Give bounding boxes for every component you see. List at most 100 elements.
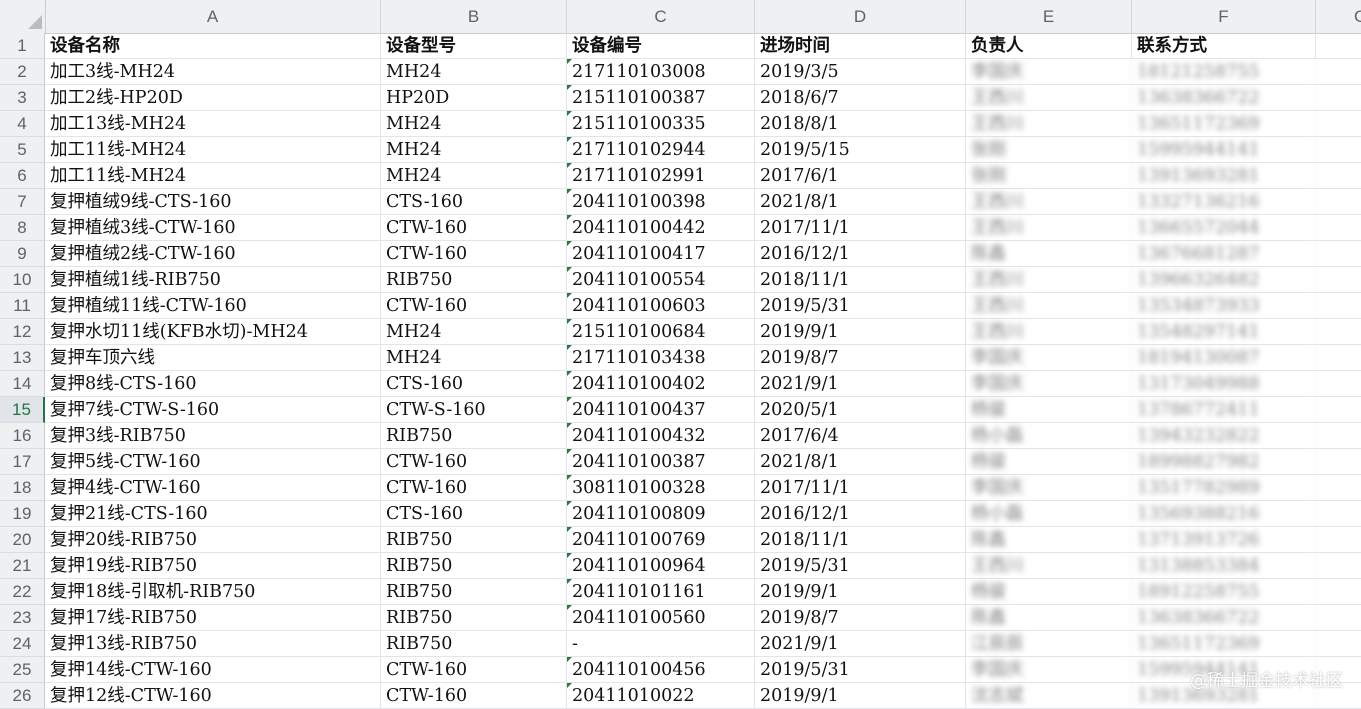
cell-owner[interactable]: 杨小磊 [966,423,1132,448]
cell-name[interactable]: 复押5线-CTW-160 [45,449,381,474]
row-header[interactable]: 21 [0,553,45,579]
cell-serial[interactable]: 308110100328 [567,475,755,500]
cell-owner[interactable]: 王西川 [966,215,1132,240]
cell-serial[interactable]: 204110100432 [567,423,755,448]
cell-serial[interactable]: 204110100437 [567,397,755,422]
cell-serial[interactable]: 204110100554 [567,267,755,292]
cell-serial[interactable]: - [567,631,755,656]
cell-model[interactable]: CTW-160 [381,475,567,500]
cell-name[interactable]: 复押3线-RIB750 [45,423,381,448]
row-header[interactable]: 16 [0,423,45,449]
cell-name[interactable]: 加工11线-MH24 [45,137,381,162]
cell-serial[interactable]: 20411010022 [567,683,755,708]
cell-owner[interactable]: 张刚 [966,137,1132,162]
row-header[interactable]: 1 [0,33,45,59]
cell-model[interactable]: RIB750 [381,267,567,292]
cell-serial[interactable]: 217110103438 [567,345,755,370]
cell-name[interactable]: 复押14线-CTW-160 [45,657,381,682]
row-header[interactable]: 24 [0,631,45,657]
cell-contact[interactable]: 13966326482 [1132,267,1316,292]
cell-model[interactable]: CTW-160 [381,241,567,266]
cell-model[interactable]: RIB750 [381,579,567,604]
cell-name[interactable]: 复押植绒2线-CTW-160 [45,241,381,266]
row-header[interactable]: 5 [0,137,45,163]
cell-owner[interactable]: 王西川 [966,111,1132,136]
cell-name[interactable]: 复押19线-RIB750 [45,553,381,578]
cell-contact[interactable]: 18121258755 [1132,59,1316,84]
cell-date[interactable]: 2017/6/4 [755,423,966,448]
row-header[interactable]: 4 [0,111,45,137]
cell-date[interactable]: 2019/5/31 [755,657,966,682]
cell-model[interactable]: MH24 [381,345,567,370]
cell-owner[interactable]: 李国庆 [966,59,1132,84]
row-header[interactable]: 15 [0,397,45,423]
select-all-corner[interactable] [0,0,46,33]
row-header[interactable]: 26 [0,683,45,709]
cell-model[interactable]: RIB750 [381,423,567,448]
cell-serial[interactable]: 204110101161 [567,579,755,604]
cell-date[interactable]: 2019/5/15 [755,137,966,162]
cell-contact[interactable]: 13173049988 [1132,371,1316,396]
cell-name[interactable]: 加工2线-HP20D [45,85,381,110]
cell-date[interactable]: 2019/8/7 [755,605,966,630]
cell-name[interactable]: 复押植绒9线-CTS-160 [45,189,381,214]
cell-date[interactable]: 2017/11/1 [755,475,966,500]
cell-date[interactable]: 2016/12/1 [755,501,966,526]
cell-contact[interactable]: 13713913726 [1132,527,1316,552]
cell-model[interactable]: RIB750 [381,631,567,656]
cell-name[interactable]: 加工3线-MH24 [45,59,381,84]
cell-date[interactable]: 2021/9/1 [755,371,966,396]
cell-owner[interactable]: 王西川 [966,267,1132,292]
column-header-a[interactable]: A [45,0,381,33]
cell-owner[interactable]: 陈鑫 [966,241,1132,266]
row-header[interactable]: 7 [0,189,45,215]
cell-owner[interactable]: 李国庆 [966,345,1132,370]
header-cell-name[interactable]: 设备名称 [45,33,381,58]
row-header[interactable]: 9 [0,241,45,267]
cell-name[interactable]: 复押8线-CTS-160 [45,371,381,396]
cell-model[interactable]: CTS-160 [381,189,567,214]
cell-owner[interactable]: 李国庆 [966,371,1132,396]
cell-contact[interactable]: 13638366722 [1132,605,1316,630]
cell-model[interactable]: MH24 [381,137,567,162]
cell-contact[interactable]: 13138853384 [1132,553,1316,578]
cell-serial[interactable]: 204110100456 [567,657,755,682]
cell-name[interactable]: 复押植绒1线-RIB750 [45,267,381,292]
cell-contact[interactable]: 13638366722 [1132,85,1316,110]
cell-date[interactable]: 2021/8/1 [755,189,966,214]
cell-owner[interactable]: 陈鑫 [966,527,1132,552]
cell-serial[interactable]: 217110102991 [567,163,755,188]
row-header[interactable]: 3 [0,85,45,111]
cell-serial[interactable]: 215110100684 [567,319,755,344]
header-cell-date[interactable]: 进场时间 [755,33,966,58]
cell-owner[interactable]: 王西川 [966,189,1132,214]
row-header[interactable]: 20 [0,527,45,553]
cell-name[interactable]: 复押车顶六线 [45,345,381,370]
row-header[interactable]: 8 [0,215,45,241]
column-header-g[interactable]: G [1316,0,1361,33]
cell-owner[interactable]: 王西川 [966,319,1132,344]
cell-contact[interactable]: 13327136216 [1132,189,1316,214]
cell-name[interactable]: 复押7线-CTW-S-160 [45,397,381,422]
row-header[interactable]: 12 [0,319,45,345]
column-header-f[interactable]: F [1132,0,1316,33]
cell-contact[interactable]: 13548297141 [1132,319,1316,344]
cell-date[interactable]: 2019/8/7 [755,345,966,370]
cell-serial[interactable]: 215110100387 [567,85,755,110]
cell-model[interactable]: MH24 [381,59,567,84]
row-header[interactable]: 22 [0,579,45,605]
cell-owner[interactable]: 李国庆 [966,657,1132,682]
cell-date[interactable]: 2019/5/31 [755,293,966,318]
cell-date[interactable]: 2018/11/1 [755,527,966,552]
cell-model[interactable]: CTW-S-160 [381,397,567,422]
cell-serial[interactable]: 215110100335 [567,111,755,136]
cell-model[interactable]: CTS-160 [381,501,567,526]
cell-owner[interactable]: 杨骏 [966,397,1132,422]
cell-name[interactable]: 复押植绒11线-CTW-160 [45,293,381,318]
cell-date[interactable]: 2021/8/1 [755,449,966,474]
cell-serial[interactable]: 217110103008 [567,59,755,84]
cell-date[interactable]: 2019/9/1 [755,683,966,708]
row-header[interactable]: 11 [0,293,45,319]
cell-model[interactable]: HP20D [381,85,567,110]
cell-serial[interactable]: 217110102944 [567,137,755,162]
